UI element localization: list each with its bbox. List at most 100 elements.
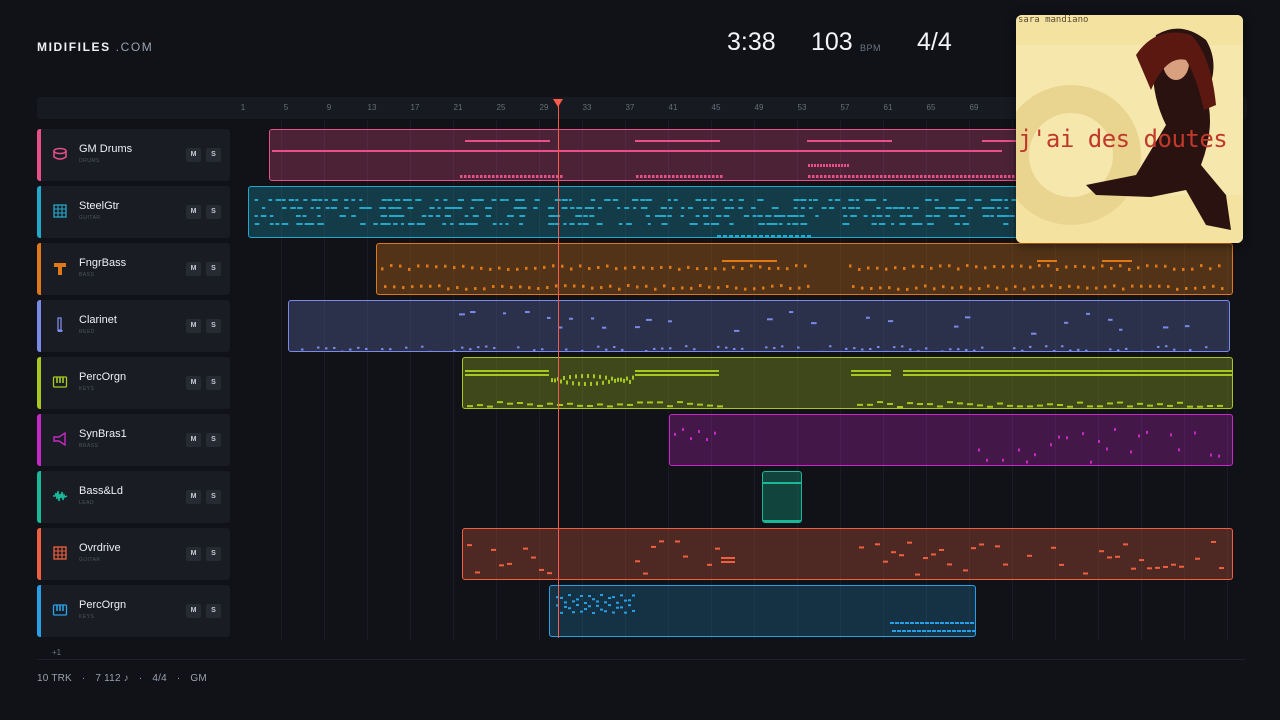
ruler-tick-17: 17	[410, 103, 420, 112]
playhead-marker-icon[interactable]	[553, 99, 563, 107]
midi-player-app: MIDIFILES .COM 3:38 103 BPM 4/4 1 5 9 13 17 2…	[0, 0, 1280, 720]
ruler-tick-9: 9	[326, 103, 332, 112]
ruler-tick-25: 25	[496, 103, 506, 112]
track-header[interactable]: SteelGtr GUITAR M S	[37, 186, 230, 238]
waveform-icon	[52, 488, 68, 504]
solo-button[interactable]: S	[206, 205, 221, 219]
album-cover: sara mandiano j'ai des doutes	[1016, 15, 1243, 243]
mute-button[interactable]: M	[186, 262, 201, 276]
track-header[interactable]: FngrBass BASS M S	[37, 243, 230, 295]
solo-button[interactable]: S	[206, 604, 221, 618]
track-color-strip	[37, 357, 41, 409]
mute-button[interactable]: M	[186, 547, 201, 561]
album-title: j'ai des doutes	[1018, 125, 1228, 153]
track-category: KEYS	[79, 614, 95, 620]
midi-clip[interactable]	[669, 414, 1233, 466]
song-duration: 3:38	[727, 28, 776, 56]
midi-clip[interactable]	[269, 129, 1029, 181]
track-category: KEYS	[79, 386, 95, 392]
album-artist: sara mandiano	[1018, 15, 1089, 25]
ruler-tick-33: 33	[582, 103, 592, 112]
time-signature: 4/4	[917, 28, 952, 56]
solo-button[interactable]: S	[206, 433, 221, 447]
track-color-strip	[37, 585, 41, 637]
note-pattern	[301, 311, 1208, 351]
mute-button[interactable]: M	[186, 433, 201, 447]
solo-button[interactable]: S	[206, 319, 221, 333]
note-pattern	[381, 260, 1224, 291]
track-header[interactable]: PercOrgn KEYS M S	[37, 585, 230, 637]
ruler-tick-37: 37	[625, 103, 635, 112]
track-header[interactable]: Clarinet REED M S	[37, 300, 230, 352]
solo-button[interactable]: S	[206, 148, 221, 162]
note-pattern	[465, 370, 1232, 408]
guitar-fretboard-icon	[52, 545, 68, 561]
track-color-strip	[37, 129, 41, 181]
more-tracks-indicator[interactable]: +1	[52, 648, 61, 657]
mute-button[interactable]: M	[186, 319, 201, 333]
midi-clip[interactable]	[248, 186, 1028, 238]
track-name: SteelGtr	[79, 200, 120, 212]
status-time-signature: 4/4	[152, 673, 167, 684]
track-name: SynBras1	[79, 428, 127, 440]
solo-button[interactable]: S	[206, 262, 221, 276]
tempo-unit: BPM	[860, 43, 882, 53]
solo-button[interactable]: S	[206, 490, 221, 504]
track-count: 10 TRK	[37, 673, 72, 684]
ruler-tick-49: 49	[754, 103, 764, 112]
track-name: Ovrdrive	[79, 542, 121, 554]
track-header[interactable]: Ovrdrive GUITAR M S	[37, 528, 230, 580]
solo-button[interactable]: S	[206, 547, 221, 561]
track-name: Bass&Ld	[79, 485, 124, 497]
ruler-tick-13: 13	[367, 103, 377, 112]
mute-button[interactable]: M	[186, 490, 201, 504]
track-name: GM Drums	[79, 143, 133, 155]
solo-button[interactable]: S	[206, 376, 221, 390]
track-category: LEAD	[79, 500, 95, 506]
note-count: 7 112 ♪	[95, 673, 129, 684]
midi-clip[interactable]	[288, 300, 1230, 352]
track-category: GUITAR	[79, 215, 101, 221]
ruler-tick-61: 61	[883, 103, 893, 112]
playhead-line[interactable]	[558, 104, 559, 638]
midi-clip[interactable]	[462, 528, 1233, 580]
mute-button[interactable]: M	[186, 604, 201, 618]
midi-clip[interactable]	[549, 585, 976, 637]
midi-clip[interactable]	[762, 471, 802, 523]
note-pattern	[254, 199, 1024, 237]
mute-button[interactable]: M	[186, 205, 201, 219]
track-color-strip	[37, 300, 41, 352]
midi-clip[interactable]	[376, 243, 1233, 295]
note-pattern	[674, 427, 1220, 464]
track-category: REED	[79, 329, 95, 335]
ruler-tick-29: 29	[539, 103, 549, 112]
mute-button[interactable]: M	[186, 376, 201, 390]
ruler-tick-69: 69	[969, 103, 979, 112]
track-header[interactable]: Bass&Ld LEAD M S	[37, 471, 230, 523]
bass-icon	[52, 260, 68, 276]
track-name: Clarinet	[79, 314, 117, 326]
site-logo[interactable]: MIDIFILES .COM	[37, 40, 153, 54]
note-pattern	[467, 540, 1224, 576]
midi-standard: GM	[190, 673, 207, 684]
track-category: BRASS	[79, 443, 99, 449]
ruler-tick-41: 41	[668, 103, 678, 112]
track-color-strip	[37, 186, 41, 238]
ruler-tick-53: 53	[797, 103, 807, 112]
status-bar: 10 TRK · 7 112 ♪ · 4/4 · GM	[37, 673, 207, 684]
track-name: PercOrgn	[79, 371, 127, 383]
track-header[interactable]: SynBras1 BRASS M S	[37, 414, 230, 466]
ruler-tick-21: 21	[453, 103, 463, 112]
drum-icon	[52, 146, 68, 162]
track-color-strip	[37, 528, 41, 580]
mute-button[interactable]: M	[186, 148, 201, 162]
keyboard-icon	[52, 602, 68, 618]
track-header[interactable]: PercOrgn KEYS M S	[37, 357, 230, 409]
track-header[interactable]: GM Drums DRUMS M S	[37, 129, 230, 181]
midi-clip[interactable]	[462, 357, 1233, 409]
ruler-tick-45: 45	[711, 103, 721, 112]
track-category: GUITAR	[79, 557, 101, 563]
clarinet-icon	[52, 317, 68, 333]
track-name: FngrBass	[79, 257, 127, 269]
note-pattern	[763, 482, 801, 522]
